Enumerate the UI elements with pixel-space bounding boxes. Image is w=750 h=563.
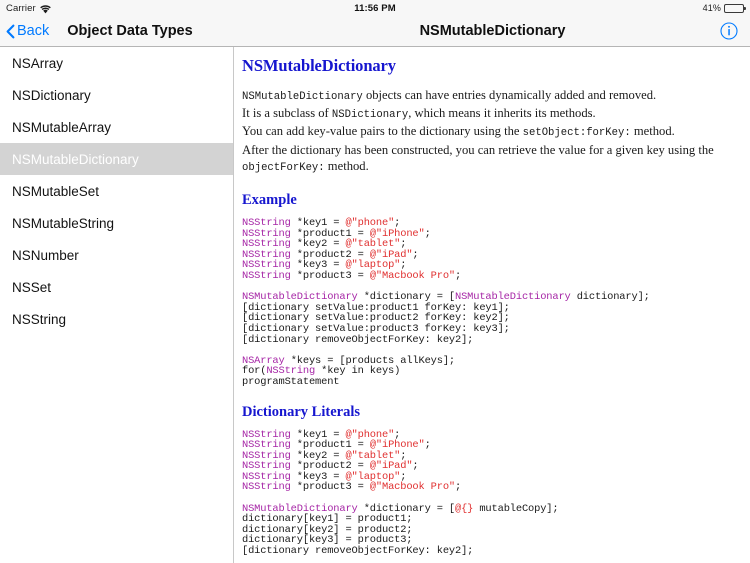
sidebar-list[interactable]: NSArray NSDictionary NSMutableArray NSMutab… [0, 47, 234, 563]
sidebar-item-nsmutablestring[interactable]: NSMutableString [0, 207, 233, 239]
code-line: programStatement [242, 377, 740, 388]
code-text: [dictionary removeObjectForKey: key2]; [242, 545, 474, 558]
code-text: *product3 = [290, 481, 370, 494]
doc-sections: Example NSString *key1 = @"phone"; NSStrin… [242, 192, 740, 563]
code-text: ; [412, 248, 419, 261]
code-text: ; [424, 439, 431, 452]
sidebar-item-label: NSSet [12, 279, 52, 295]
intro-text: It is a subclass of [242, 106, 332, 121]
intro-text: method. [630, 124, 675, 139]
code-text: *product3 = [290, 269, 370, 282]
sidebar-item-nsdictionary[interactable]: NSDictionary [0, 79, 233, 111]
sidebar-item-nsmutabledictionary[interactable]: NSMutableDictionary [0, 143, 233, 175]
sidebar-item-label: NSArray [12, 55, 64, 71]
code-line: NSString *product3 = @"Macbook Pro"; [242, 271, 740, 282]
intro-paragraph: NSMutableDictionary objects can have ent… [242, 87, 740, 176]
sidebar-item-label: NSMutableSet [12, 183, 100, 199]
inline-code: NSDictionary [331, 109, 409, 122]
code-line: [dictionary removeObjectForKey: key2]; [242, 333, 740, 346]
code-line: [dictionary removeObjectForKey: key2]; [242, 546, 740, 557]
status-bar-clock: 11:56 PM [354, 2, 396, 14]
sidebar-item-label: NSDictionary [12, 87, 91, 103]
inline-code: NSMutableDictionary [242, 91, 363, 103]
sidebar-item-nsstring[interactable]: NSString [0, 303, 233, 335]
code-string: @"Macbook Pro" [369, 481, 456, 494]
sidebar-item-label: NSMutableDictionary [12, 151, 139, 167]
back-button[interactable]: Back [0, 23, 49, 39]
status-bar: Carrier 11:56 PM 41% [0, 0, 750, 16]
sidebar-item-nsnumber[interactable]: NSNumber [0, 239, 233, 271]
code-block: NSString *key1 = @"phone"; NSString *prod… [242, 218, 740, 388]
navigation-bar: Back Object Data Types NSMutableDictiona… [0, 16, 750, 47]
code-string: @"Macbook Pro" [369, 269, 456, 282]
intro-line: After the dictionary has been constructe… [242, 142, 740, 158]
code-keyword: NSString [242, 269, 291, 282]
battery-icon [724, 3, 746, 13]
code-text: ; [412, 460, 419, 473]
detail-navigation-bar: NSMutableDictionary [235, 16, 750, 46]
intro-text: objects can have entries dynamically add… [362, 88, 657, 102]
intro-text: method. [324, 158, 369, 173]
code-block: NSString *key1 = @"phone"; NSString *prod… [242, 429, 740, 563]
sidebar-item-label: NSMutableArray [12, 119, 112, 135]
section-heading: Example [242, 192, 297, 209]
intro-text: After the dictionary has been constructe… [242, 142, 714, 157]
back-button-label: Back [17, 23, 50, 39]
intro-line: You can add key-value pairs to the dicti… [242, 123, 740, 141]
intro-text: You can add key-value pairs to the dicti… [242, 124, 523, 139]
code-text: ; [455, 269, 462, 282]
inline-code: objectForKey: [242, 161, 325, 174]
intro-line: NSMutableDictionary objects can have ent… [242, 87, 740, 105]
sidebar-item-label: NSString [12, 311, 67, 327]
sidebar-item-nsmutableset[interactable]: NSMutableSet [0, 175, 233, 207]
chevron-left-icon [6, 24, 15, 39]
detail-web-view[interactable]: NSMutableDictionary NSMutableDictionary … [235, 47, 750, 563]
code-keyword: NSString [242, 481, 291, 494]
detail-title: NSMutableDictionary [419, 23, 566, 39]
section-heading: Dictionary Literals [242, 403, 360, 420]
sidebar-item-label: NSNumber [12, 247, 79, 263]
code-text: mutableCopy]; [473, 502, 559, 515]
code-text: programStatement [242, 375, 340, 388]
code-text: dictionary]; [570, 291, 650, 304]
master-title: Object Data Types [67, 23, 193, 39]
ipad-app-window: Carrier 11:56 PM 41% Back Object Data Ty… [0, 0, 750, 563]
inline-code: setObject:forKey: [522, 127, 631, 140]
intro-line: It is a subclass of NSDictionary, which … [242, 105, 740, 123]
intro-line: objectForKey: method. [242, 158, 740, 176]
sidebar-item-nsarray[interactable]: NSArray [0, 47, 233, 79]
info-circle-icon[interactable] [720, 22, 738, 40]
status-bar-right: 41% [702, 0, 746, 16]
battery-percent-label: 41% [702, 3, 721, 13]
sidebar-item-nsset[interactable]: NSSet [0, 271, 233, 303]
split-view: NSArray NSDictionary NSMutableArray NSMutab… [0, 47, 750, 563]
intro-text: , which means it inherits its methods. [408, 106, 596, 121]
master-navigation-bar: Back Object Data Types [0, 16, 234, 46]
sidebar-item-nsmutablearray[interactable]: NSMutableArray [0, 111, 233, 143]
code-string: @{} [455, 502, 474, 515]
sidebar-item-label: NSMutableString [12, 215, 115, 231]
code-text: [dictionary removeObjectForKey: key2]; [242, 333, 474, 346]
code-line: NSString *product3 = @"Macbook Pro"; [242, 482, 740, 493]
code-text: ; [455, 481, 462, 494]
code-text: ; [424, 227, 431, 240]
page-title: NSMutableDictionary [242, 56, 396, 75]
